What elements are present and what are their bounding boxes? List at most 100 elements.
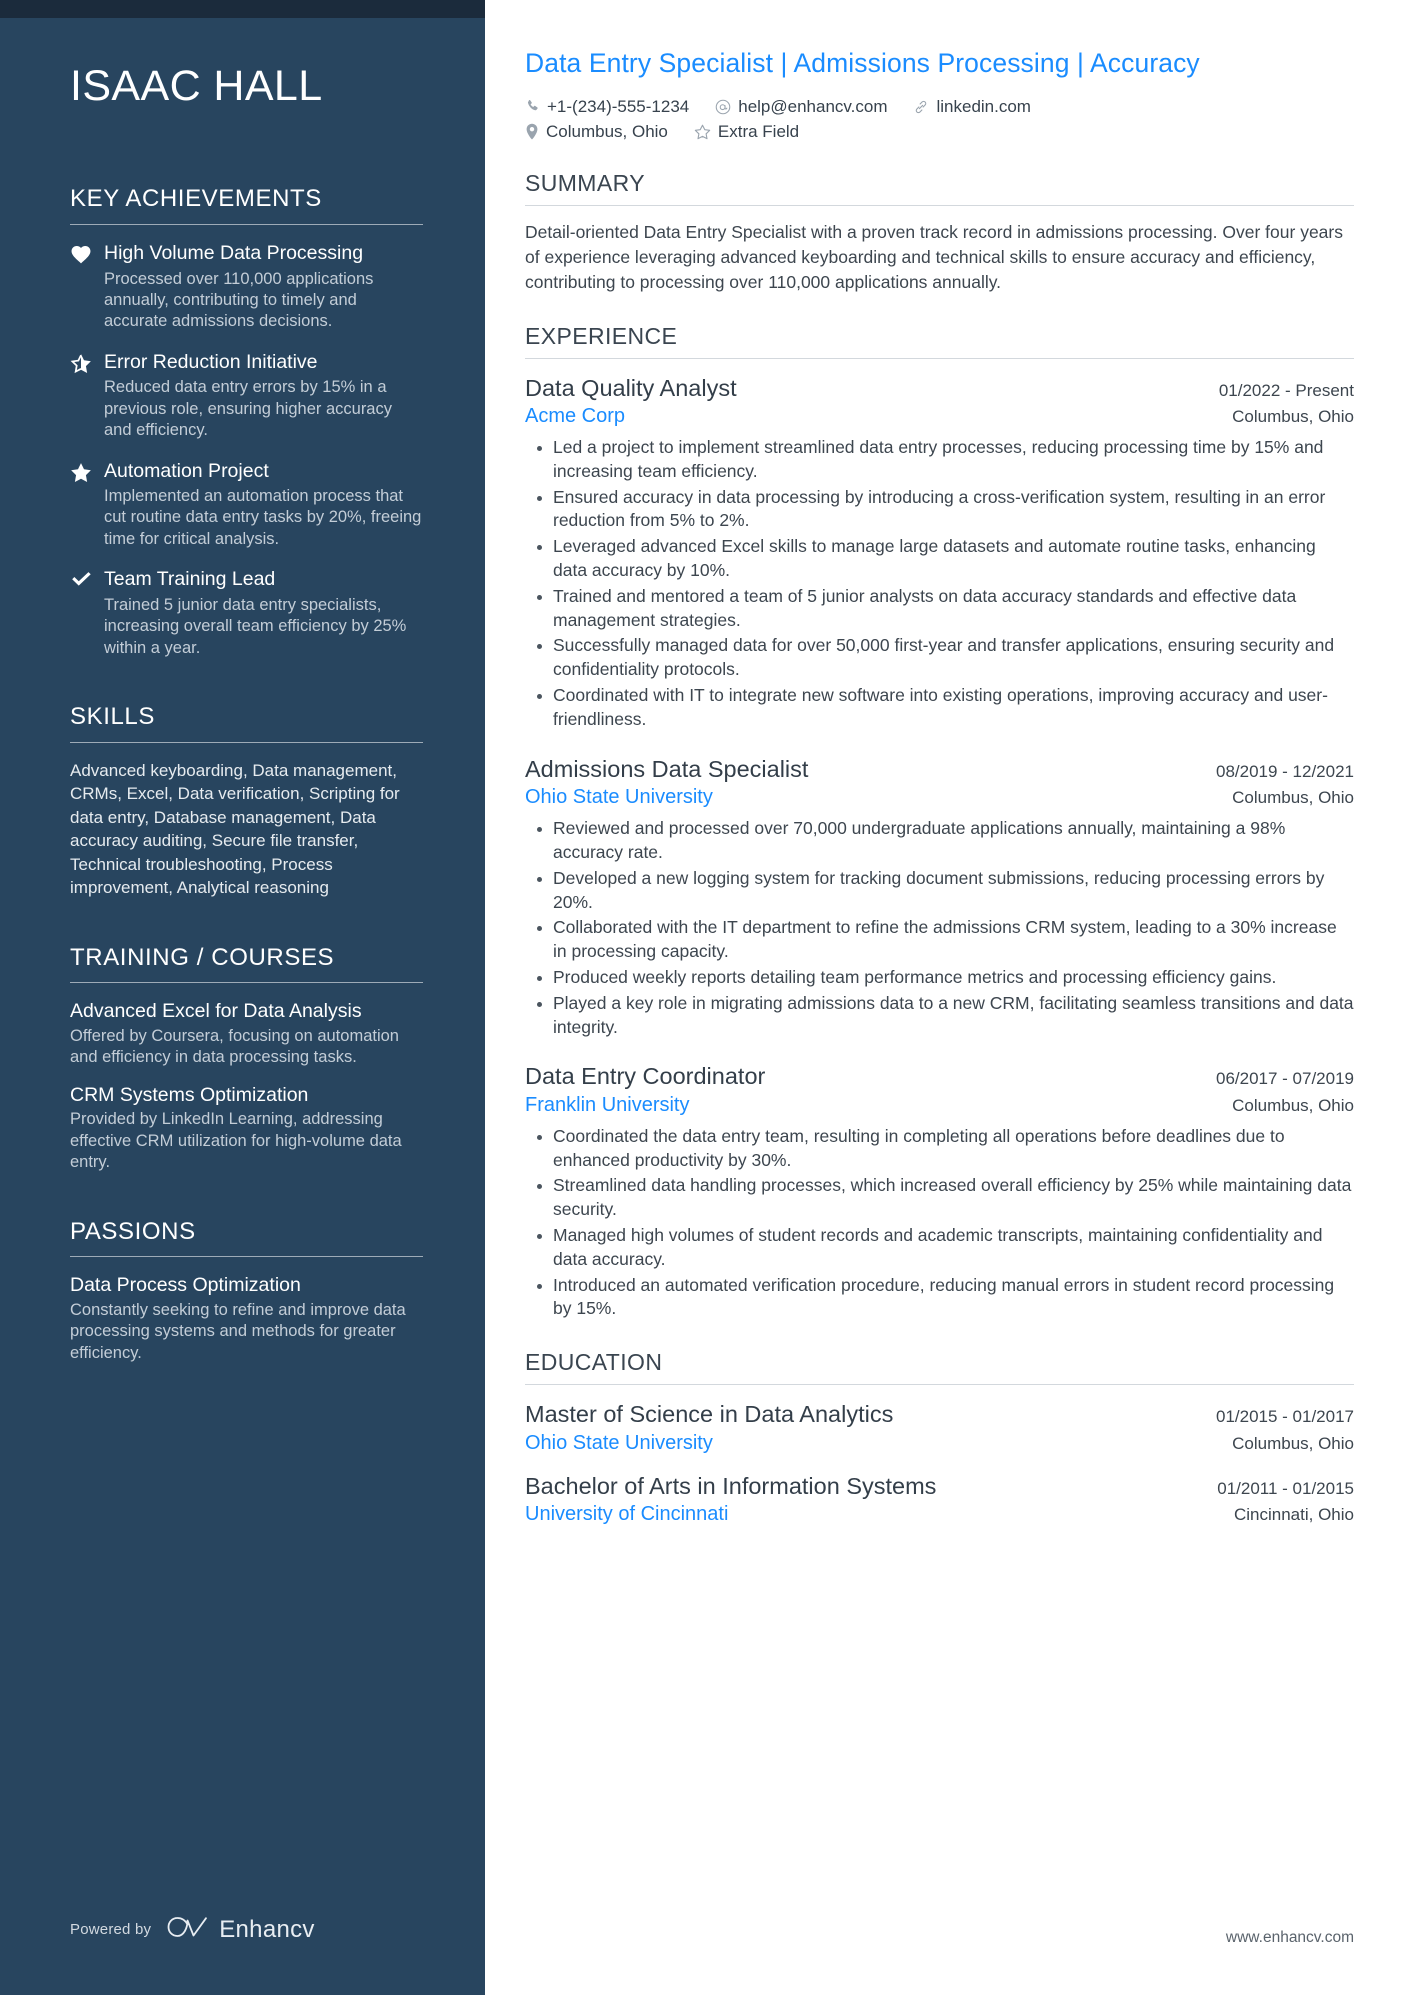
experience-company-row: Acme Corp Columbus, Ohio: [525, 403, 1354, 430]
contact-linkedin-text: linkedin.com: [936, 96, 1031, 116]
half-star-icon: [70, 350, 104, 442]
school-location: Cincinnati, Ohio: [1233, 1505, 1354, 1525]
passion-title: Data Process Optimization: [70, 1274, 301, 1297]
job-bullet: Developed a new logging system for track…: [537, 867, 1354, 915]
section-heading-training-courses: TRAINING / COURSES: [70, 943, 335, 971]
section-heading-passions: PASSIONS: [70, 1217, 196, 1245]
job-bullet-list: Led a project to implement streamlined d…: [525, 436, 1354, 732]
achievement-title: Automation Project: [104, 459, 269, 482]
achievement-description: Trained 5 junior data entry specialists,…: [104, 595, 407, 657]
experience-company-row: Franklin University Columbus, Ohio: [525, 1092, 1354, 1119]
achievement-item: Team Training Lead Trained 5 junior data…: [70, 567, 423, 659]
achievement-item: High Volume Data Processing Processed ov…: [70, 241, 423, 333]
job-bullet-list: Reviewed and processed over 70,000 under…: [525, 817, 1354, 1039]
job-company[interactable]: Acme Corp: [525, 403, 625, 430]
education-degree-row: Master of Science in Data Analytics 01/2…: [525, 1399, 1354, 1430]
job-bullet-list: Coordinated the data entry team, resulti…: [525, 1125, 1354, 1321]
contact-location-text: Columbus, Ohio: [546, 121, 668, 141]
sidebar: ISAAC HALL KEY ACHIEVEMENTS High Volume …: [0, 0, 485, 1995]
site-url-footer[interactable]: www.enhancv.com: [1226, 1929, 1354, 1947]
section-divider: [70, 1256, 423, 1258]
phone-icon: [525, 99, 540, 114]
section-divider: [525, 1384, 1354, 1386]
experience-company-row: Ohio State University Columbus, Ohio: [525, 784, 1354, 811]
job-bullet: Managed high volumes of student records …: [537, 1224, 1354, 1272]
job-location: Columbus, Ohio: [1232, 788, 1354, 808]
school-location: Columbus, Ohio: [1232, 1433, 1354, 1453]
job-bullet: Led a project to implement streamlined d…: [537, 436, 1354, 484]
contact-info: +1-(234)-555-1234 help@enhancv.com linke…: [525, 97, 1354, 142]
star-outline-icon: [694, 124, 711, 140]
passion-item: Data Process Optimization Constantly see…: [70, 1273, 423, 1364]
section-education: EDUCATION Master of Science in Data Anal…: [525, 1349, 1354, 1528]
job-title: Data Entry Coordinator: [525, 1063, 766, 1090]
section-experience: EXPERIENCE Data Quality Analyst 01/2022 …: [525, 323, 1354, 1322]
experience-title-row: Admissions Data Specialist 08/2019 - 12/…: [525, 754, 1354, 785]
check-icon: [70, 567, 104, 659]
section-divider: [70, 741, 423, 743]
section-heading-education: EDUCATION: [525, 1349, 663, 1376]
contact-linkedin[interactable]: linkedin.com: [913, 97, 1031, 117]
experience-entry: Data Entry Coordinator 06/2017 - 07/2019…: [525, 1061, 1354, 1321]
course-title: CRM Systems Optimization: [70, 1083, 309, 1106]
job-company[interactable]: Franklin University: [525, 1092, 689, 1119]
degree-title: Bachelor of Arts in Information Systems: [525, 1472, 937, 1499]
professional-headline: Data Entry Specialist | Admissions Proce…: [525, 48, 1200, 78]
course-title: Advanced Excel for Data Analysis: [70, 1000, 362, 1023]
job-bullet: Successfully managed data for over 50,00…: [537, 634, 1354, 682]
section-training-courses: TRAINING / COURSES Advanced Excel for Da…: [70, 944, 423, 1174]
job-company[interactable]: Ohio State University: [525, 784, 713, 811]
job-bullet: Collaborated with the IT department to r…: [537, 916, 1354, 964]
star-icon: [70, 459, 104, 551]
enhancv-brand-name: Enhancv: [219, 1915, 315, 1943]
education-entry: Bachelor of Arts in Information Systems …: [525, 1471, 1354, 1529]
job-bullet: Produced weekly reports detailing team p…: [537, 966, 1354, 990]
job-bullet: Played a key role in migrating admission…: [537, 992, 1354, 1040]
education-school-row: Ohio State University Columbus, Ohio: [525, 1430, 1354, 1457]
contact-email[interactable]: help@enhancv.com: [715, 97, 887, 117]
email-icon: [715, 99, 731, 115]
location-pin-icon: [525, 123, 539, 140]
education-degree-row: Bachelor of Arts in Information Systems …: [525, 1471, 1354, 1502]
achievement-title: Error Reduction Initiative: [104, 350, 318, 373]
job-date-range: 06/2017 - 07/2019: [1215, 1069, 1354, 1089]
contact-row-primary: +1-(234)-555-1234 help@enhancv.com linke…: [525, 97, 1354, 117]
contact-email-text: help@enhancv.com: [738, 96, 888, 116]
contact-phone[interactable]: +1-(234)-555-1234: [525, 97, 689, 117]
contact-phone-text: +1-(234)-555-1234: [547, 96, 690, 116]
achievement-description: Reduced data entry errors by 15% in a pr…: [104, 378, 392, 440]
job-bullet: Ensured accuracy in data processing by i…: [537, 486, 1354, 534]
course-item: CRM Systems Optimization Provided by Lin…: [70, 1083, 423, 1174]
job-bullet: Trained and mentored a team of 5 junior …: [537, 585, 1354, 633]
contact-location[interactable]: Columbus, Ohio: [525, 122, 668, 142]
experience-entry: Data Quality Analyst 01/2022 - Present A…: [525, 373, 1354, 732]
achievement-title: High Volume Data Processing: [104, 242, 364, 265]
sidebar-top-accent-bar: [0, 0, 485, 18]
degree-date-range: 01/2011 - 01/2015: [1217, 1478, 1354, 1498]
education-school-row: University of Cincinnati Cincinnati, Ohi…: [525, 1501, 1354, 1528]
summary-text: Detail-oriented Data Entry Specialist wi…: [525, 221, 1343, 292]
course-description: Provided by LinkedIn Learning, addressin…: [70, 1110, 402, 1172]
section-summary: SUMMARY Detail-oriented Data Entry Speci…: [525, 170, 1354, 295]
experience-title-row: Data Quality Analyst 01/2022 - Present: [525, 373, 1354, 404]
job-bullet: Streamlined data handling processes, whi…: [537, 1174, 1354, 1222]
job-date-range: 01/2022 - Present: [1218, 380, 1354, 400]
job-bullet: Coordinated the data entry team, resulti…: [537, 1125, 1354, 1173]
section-heading-summary: SUMMARY: [525, 169, 645, 196]
section-passions: PASSIONS Data Process Optimization Const…: [70, 1218, 423, 1365]
enhancv-logo-icon: [167, 1914, 209, 1945]
passion-description: Constantly seeking to refine and improve…: [70, 1300, 406, 1362]
course-description: Offered by Coursera, focusing on automat…: [70, 1026, 399, 1067]
contact-extra-field[interactable]: Extra Field: [694, 122, 799, 142]
school-name[interactable]: Ohio State University: [525, 1430, 713, 1457]
achievement-item: Error Reduction Initiative Reduced data …: [70, 350, 423, 442]
job-bullet: Introduced an automated verification pro…: [537, 1274, 1354, 1322]
degree-date-range: 01/2015 - 01/2017: [1215, 1407, 1354, 1427]
job-bullet: Reviewed and processed over 70,000 under…: [537, 817, 1354, 865]
contact-row-secondary: Columbus, Ohio Extra Field: [525, 122, 1354, 142]
job-location: Columbus, Ohio: [1232, 1095, 1354, 1115]
school-name[interactable]: University of Cincinnati: [525, 1501, 728, 1528]
main-content: Data Entry Specialist | Admissions Proce…: [485, 0, 1410, 1995]
section-divider: [70, 982, 423, 984]
job-title: Data Quality Analyst: [525, 374, 737, 401]
